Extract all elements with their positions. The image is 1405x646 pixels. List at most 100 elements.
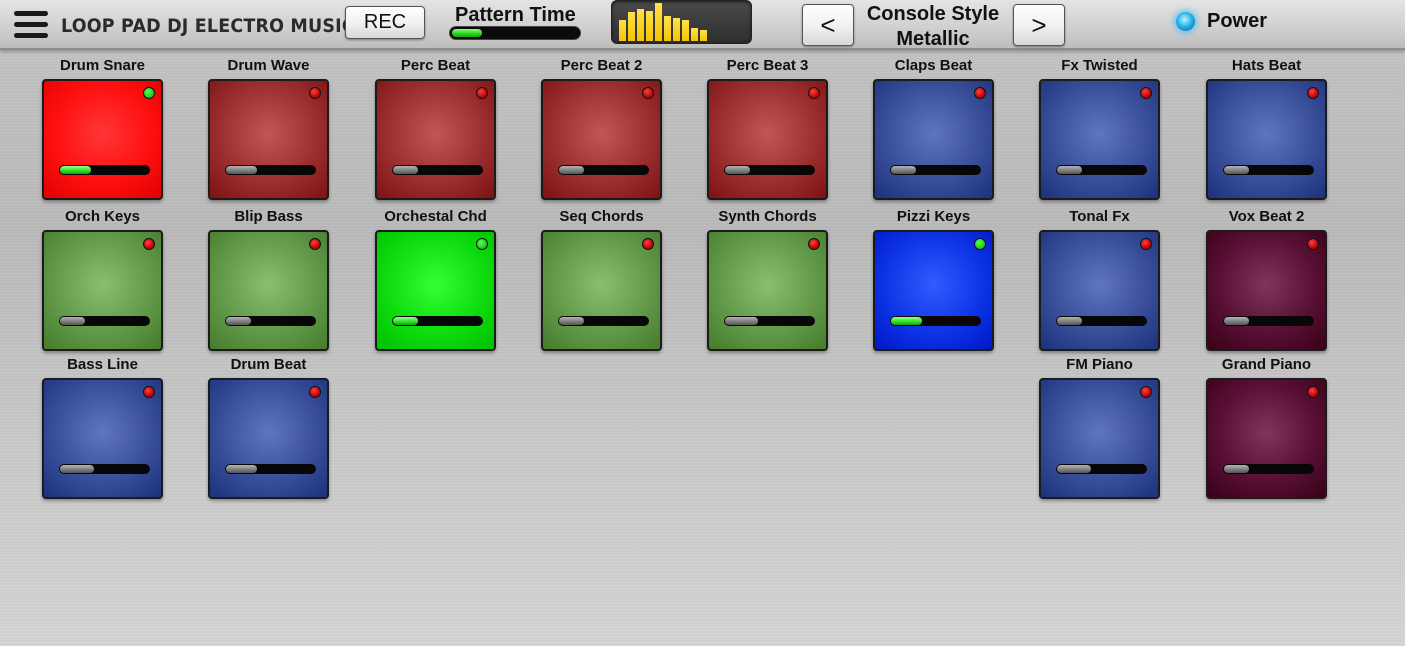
pad-drum-snare[interactable] — [42, 79, 163, 200]
pad-status-led — [1307, 87, 1319, 99]
pad-status-led — [476, 87, 488, 99]
pad-volume-fill — [1224, 166, 1249, 174]
pad-synth-chords[interactable] — [707, 230, 828, 351]
pad-bass-line[interactable] — [42, 378, 163, 499]
pad-blip-bass[interactable] — [208, 230, 329, 351]
pad-volume-slider[interactable] — [1223, 316, 1314, 326]
pad-volume-fill — [60, 317, 85, 325]
pad-volume-fill — [1224, 317, 1249, 325]
pad-pizzi-keys[interactable] — [873, 230, 994, 351]
pad-label: Perc Beat — [400, 57, 471, 74]
pad-volume-slider[interactable] — [225, 165, 316, 175]
pad-volume-slider[interactable] — [59, 464, 150, 474]
pad-volume-fill — [1057, 166, 1082, 174]
pad-status-led — [1140, 87, 1152, 99]
pad-volume-slider[interactable] — [890, 165, 981, 175]
pad-seq-chords[interactable] — [541, 230, 662, 351]
pad-volume-slider[interactable] — [59, 316, 150, 326]
pad-vox-beat-2[interactable] — [1206, 230, 1327, 351]
equalizer-bar — [619, 20, 626, 41]
pad-label: Vox Beat 2 — [1228, 208, 1305, 225]
pad-volume-slider[interactable] — [392, 316, 483, 326]
pad-volume-slider[interactable] — [1223, 165, 1314, 175]
pad-status-led — [1140, 386, 1152, 398]
pad-status-led — [974, 87, 986, 99]
pad-volume-slider[interactable] — [225, 464, 316, 474]
pad-grand-piano[interactable] — [1206, 378, 1327, 499]
pad-perc-beat-3[interactable] — [707, 79, 828, 200]
pad-volume-slider[interactable] — [59, 165, 150, 175]
pad-status-led — [309, 87, 321, 99]
top-toolbar: LOOP PAD DJ ELECTRO MUSIC REC Pattern Ti… — [0, 0, 1405, 50]
equalizer-bar — [637, 9, 644, 41]
pad-drum-beat[interactable] — [208, 378, 329, 499]
equalizer-bar — [655, 3, 662, 41]
pad-label: Orch Keys — [64, 208, 141, 225]
pad-orchestal-chd[interactable] — [375, 230, 496, 351]
pad-status-led — [309, 386, 321, 398]
pad-claps-beat[interactable] — [873, 79, 994, 200]
console-style-label: Console Style — [866, 3, 1000, 25]
pad-label: Bass Line — [67, 356, 138, 373]
pad-status-led — [974, 238, 986, 250]
next-style-button[interactable]: > — [1013, 4, 1065, 46]
equalizer-bar — [646, 11, 653, 41]
pad-volume-slider[interactable] — [392, 165, 483, 175]
pad-status-led — [143, 87, 155, 99]
pad-volume-fill — [1224, 465, 1249, 473]
pad-status-led — [808, 238, 820, 250]
pad-label: Synth Chords — [718, 208, 817, 225]
pad-volume-fill — [725, 166, 750, 174]
pad-hats-beat[interactable] — [1206, 79, 1327, 200]
pad-status-led — [642, 238, 654, 250]
pad-volume-slider[interactable] — [1056, 464, 1147, 474]
pad-perc-beat[interactable] — [375, 79, 496, 200]
pattern-time-progress-fill — [452, 29, 482, 37]
pad-volume-slider[interactable] — [724, 316, 815, 326]
app-title: LOOP PAD DJ ELECTRO MUSIC — [61, 15, 355, 37]
pad-drum-wave[interactable] — [208, 79, 329, 200]
pad-status-led — [642, 87, 654, 99]
pad-volume-slider[interactable] — [724, 165, 815, 175]
rec-button[interactable]: REC — [345, 6, 425, 39]
equalizer-bar — [691, 28, 698, 41]
pad-volume-slider[interactable] — [1056, 316, 1147, 326]
pad-status-led — [1307, 386, 1319, 398]
console-style-value: Metallic — [896, 28, 970, 50]
pattern-time-progress — [449, 26, 581, 40]
pad-volume-slider[interactable] — [558, 316, 649, 326]
pad-label: Fx Twisted — [1061, 57, 1138, 74]
pad-label: Perc Beat 3 — [726, 57, 809, 74]
menu-icon[interactable] — [14, 10, 48, 40]
pad-label: Drum Snare — [59, 57, 146, 74]
pad-volume-slider[interactable] — [558, 165, 649, 175]
pad-tonal-fx[interactable] — [1039, 230, 1160, 351]
pad-label: Orchestal Chd — [384, 208, 487, 225]
prev-style-button[interactable]: < — [802, 4, 854, 46]
pad-label: Blip Bass — [234, 208, 303, 225]
power-led-icon[interactable] — [1176, 12, 1195, 31]
pad-perc-beat-2[interactable] — [541, 79, 662, 200]
pad-volume-slider[interactable] — [890, 316, 981, 326]
pad-volume-fill — [559, 317, 584, 325]
equalizer-bar — [664, 16, 671, 41]
pad-volume-slider[interactable] — [1056, 165, 1147, 175]
pad-volume-slider[interactable] — [225, 316, 316, 326]
pad-label: FM Piano — [1066, 356, 1133, 373]
pad-volume-fill — [393, 317, 418, 325]
pad-status-led — [476, 238, 488, 250]
pad-orch-keys[interactable] — [42, 230, 163, 351]
pad-volume-slider[interactable] — [1223, 464, 1314, 474]
pad-label: Drum Wave — [227, 57, 310, 74]
equalizer-display — [611, 0, 752, 44]
pad-fx-twisted[interactable] — [1039, 79, 1160, 200]
power-label[interactable]: Power — [1207, 10, 1267, 33]
pad-label: Claps Beat — [894, 57, 973, 74]
pad-status-led — [808, 87, 820, 99]
pad-status-led — [1140, 238, 1152, 250]
equalizer-bar — [682, 20, 689, 41]
pad-label: Tonal Fx — [1069, 208, 1130, 225]
pad-fm-piano[interactable] — [1039, 378, 1160, 499]
pad-volume-fill — [725, 317, 758, 325]
pad-volume-fill — [1057, 465, 1091, 473]
